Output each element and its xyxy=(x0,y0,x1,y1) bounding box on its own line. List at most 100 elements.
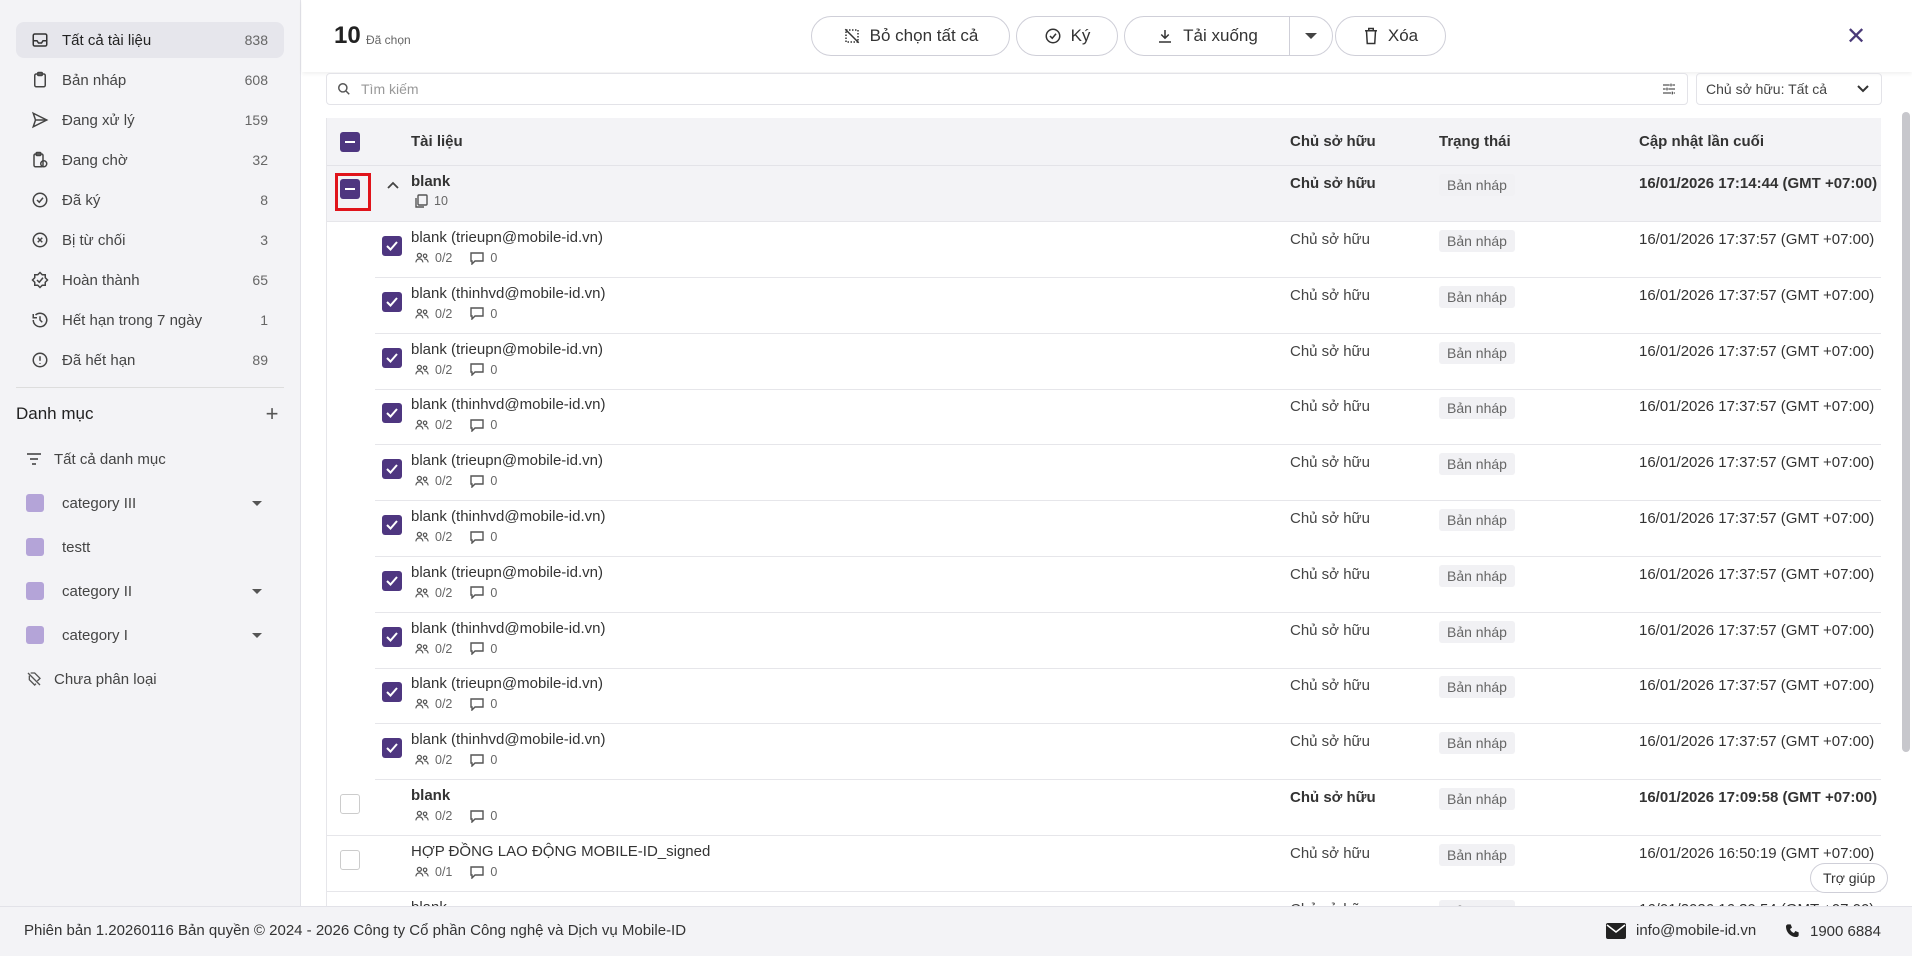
deselect-all-button[interactable]: Bỏ chọn tất cả xyxy=(811,16,1010,56)
table-row-group[interactable]: blank 10 Chủ sở hữu Bản nháp 16/01/2026 … xyxy=(327,166,1881,222)
document-title[interactable]: HỢP ĐỒNG LAO ĐỘNG MOBILE-ID_signed xyxy=(411,843,710,860)
column-header-updated[interactable]: Cập nhật lần cuối xyxy=(1639,133,1764,150)
table-header: Tài liệu Chủ sở hữu Trạng thái Cập nhật … xyxy=(327,118,1881,166)
column-header-owner[interactable]: Chủ sở hữu xyxy=(1290,133,1376,150)
category-item[interactable]: category II xyxy=(26,577,262,605)
footer-email[interactable]: info@mobile-id.vn xyxy=(1606,922,1756,939)
table-row-child[interactable]: blank (thinhvd@mobile-id.vn) 0/2 0 Chủ sở h… xyxy=(375,278,1881,334)
owner-cell: Chủ sở hữu xyxy=(1290,565,1370,583)
column-header-document[interactable]: Tài liệu xyxy=(411,133,463,150)
document-meta: 0/2 0 xyxy=(415,753,497,767)
footer-phone[interactable]: 1900 6884 xyxy=(1784,922,1881,940)
nav-item-signed[interactable]: Đã ký 8 xyxy=(16,182,284,218)
document-title[interactable]: blank (trieupn@mobile-id.vn) xyxy=(411,452,603,469)
owner-filter-select[interactable]: Chủ sở hữu: Tất cả xyxy=(1696,73,1882,105)
selection-toolbar: 10 Đã chọn Bỏ chọn tất cả Ký Tải xuống X… xyxy=(302,0,1912,72)
help-button[interactable]: Trợ giúp xyxy=(1810,863,1889,893)
document-title[interactable]: blank (thinhvd@mobile-id.vn) xyxy=(411,508,605,525)
document-title[interactable]: blank (trieupn@mobile-id.vn) xyxy=(411,675,603,692)
nav-item-drafts[interactable]: Bản nháp 608 xyxy=(16,62,284,98)
chevron-down-icon[interactable] xyxy=(252,500,262,506)
nav-item-rejected[interactable]: Bị từ chối 3 xyxy=(16,222,284,258)
document-title[interactable]: blank xyxy=(411,173,450,190)
chevron-down-icon[interactable] xyxy=(252,588,262,594)
comment-count: 0 xyxy=(490,585,498,600)
row-checkbox[interactable] xyxy=(382,291,402,312)
signer-progress: 0/2 xyxy=(435,530,453,544)
nav-item-all-documents[interactable]: Tất cả tài liệu 838 xyxy=(16,22,284,58)
signer-progress: 0/2 xyxy=(435,474,453,489)
row-checkbox[interactable] xyxy=(382,570,402,591)
chevron-up-icon[interactable] xyxy=(387,181,399,189)
document-title[interactable]: blank (trieupn@mobile-id.vn) xyxy=(411,229,603,246)
category-color-swatch xyxy=(26,626,44,644)
category-item[interactable]: category I xyxy=(26,621,262,649)
updated-cell: 16/01/2026 17:37:57 (GMT +07:00) xyxy=(1639,231,1875,248)
nav-item-completed[interactable]: Hoàn thành 65 xyxy=(16,262,284,298)
document-title[interactable]: blank (thinhvd@mobile-id.vn) xyxy=(411,396,605,413)
table-row-child[interactable]: blank (thinhvd@mobile-id.vn) 0/2 0 Chủ sở h… xyxy=(375,389,1881,446)
download-button[interactable]: Tải xuống xyxy=(1125,17,1290,55)
table-row-child[interactable]: blank (thinhvd@mobile-id.vn) 0/2 0 Chủ sở h… xyxy=(375,501,1881,557)
add-category-plus-icon[interactable]: + xyxy=(260,401,284,427)
row-checkbox[interactable] xyxy=(382,738,402,759)
people-icon xyxy=(415,643,429,655)
document-title[interactable]: blank (thinhvd@mobile-id.vn) xyxy=(411,731,605,748)
search-input[interactable]: Tìm kiếm xyxy=(326,73,1688,105)
document-title[interactable]: blank (trieupn@mobile-id.vn) xyxy=(411,341,603,358)
nav-item-processing[interactable]: Đang xử lý 159 xyxy=(16,102,284,138)
document-title[interactable]: blank (thinhvd@mobile-id.vn) xyxy=(411,285,605,302)
table-row-child[interactable]: blank (trieupn@mobile-id.vn) 0/2 0 Chủ sở h… xyxy=(375,557,1881,613)
updated-cell: 16/01/2026 17:37:57 (GMT +07:00) xyxy=(1639,510,1875,527)
table-row-child[interactable]: blank (trieupn@mobile-id.vn) 0/2 0 Chủ sở h… xyxy=(375,445,1881,502)
comment-icon xyxy=(470,474,485,488)
owner-cell: Chủ sở hữu xyxy=(1290,175,1376,192)
chevron-down-icon[interactable] xyxy=(252,632,262,638)
delete-button[interactable]: Xóa xyxy=(1335,16,1446,56)
nav-count: 65 xyxy=(252,272,268,288)
close-icon[interactable]: ✕ xyxy=(1846,22,1866,51)
search-icon xyxy=(337,82,351,96)
row-checkbox[interactable] xyxy=(382,682,402,703)
document-title[interactable]: blank (thinhvd@mobile-id.vn) xyxy=(411,620,605,637)
people-icon xyxy=(415,419,429,431)
column-header-status[interactable]: Trạng thái xyxy=(1439,133,1511,150)
sign-button[interactable]: Ký xyxy=(1016,16,1118,56)
status-badge: Bản nháp xyxy=(1439,844,1515,866)
table-row[interactable]: HỢP ĐỒNG LAO ĐỘNG MOBILE-ID_signed 0/1 0 Ch… xyxy=(327,836,1881,892)
download-options-dropdown[interactable] xyxy=(1290,17,1332,55)
row-checkbox[interactable] xyxy=(340,850,360,870)
nav-item-expiring-7-days[interactable]: Hết hạn trong 7 ngày 1 xyxy=(16,302,284,338)
row-checkbox[interactable] xyxy=(382,626,402,647)
version-copyright: Phiên bản 1.20260116 Bản quyền © 2024 - … xyxy=(24,922,687,939)
row-checkbox[interactable] xyxy=(382,459,402,480)
nav-item-expired[interactable]: Đã hết hạn 89 xyxy=(16,342,284,378)
row-checkbox[interactable] xyxy=(382,236,402,256)
select-all-checkbox[interactable] xyxy=(340,132,360,152)
table-row-child[interactable]: blank (thinhvd@mobile-id.vn) 0/2 0 Chủ sở h… xyxy=(375,613,1881,669)
category-item[interactable]: category III xyxy=(26,489,262,517)
comment-icon xyxy=(470,251,485,265)
row-checkbox[interactable] xyxy=(382,515,402,535)
nav-label: Bị từ chối xyxy=(62,231,126,249)
table-row-child[interactable]: blank (thinhvd@mobile-id.vn) 0/2 0 Chủ sở h… xyxy=(375,724,1881,781)
scrollbar[interactable] xyxy=(1902,112,1910,752)
table-row-child[interactable]: blank (trieupn@mobile-id.vn) 0/2 0 Chủ sở h… xyxy=(375,222,1881,278)
document-title[interactable]: blank xyxy=(411,787,450,804)
owner-cell: Chủ sở hữu xyxy=(1290,342,1370,360)
table-row-child[interactable]: blank (trieupn@mobile-id.vn) 0/2 0 Chủ sở h… xyxy=(375,334,1881,390)
sign-label: Ký xyxy=(1070,26,1091,45)
sliders-icon[interactable] xyxy=(1661,81,1677,97)
row-checkbox[interactable] xyxy=(382,403,402,424)
category-item[interactable]: testt xyxy=(26,533,262,561)
row-checkbox[interactable] xyxy=(382,347,402,368)
nav-count: 608 xyxy=(244,72,268,88)
row-checkbox[interactable] xyxy=(340,794,360,814)
uncategorized-filter[interactable]: Chưa phân loại xyxy=(26,665,262,693)
table-row[interactable]: blank 0/2 0 Chủ sở hữu Bản nháp 16/01/2026 17… xyxy=(327,780,1881,836)
table-row-child[interactable]: blank (trieupn@mobile-id.vn) 0/2 0 Chủ sở h… xyxy=(375,668,1881,725)
status-badge: Bản nháp xyxy=(1439,397,1515,420)
document-title[interactable]: blank (trieupn@mobile-id.vn) xyxy=(411,564,603,581)
nav-item-pending[interactable]: Đang chờ 32 xyxy=(16,142,284,178)
all-categories-filter[interactable]: Tất cả danh mục xyxy=(26,445,262,473)
